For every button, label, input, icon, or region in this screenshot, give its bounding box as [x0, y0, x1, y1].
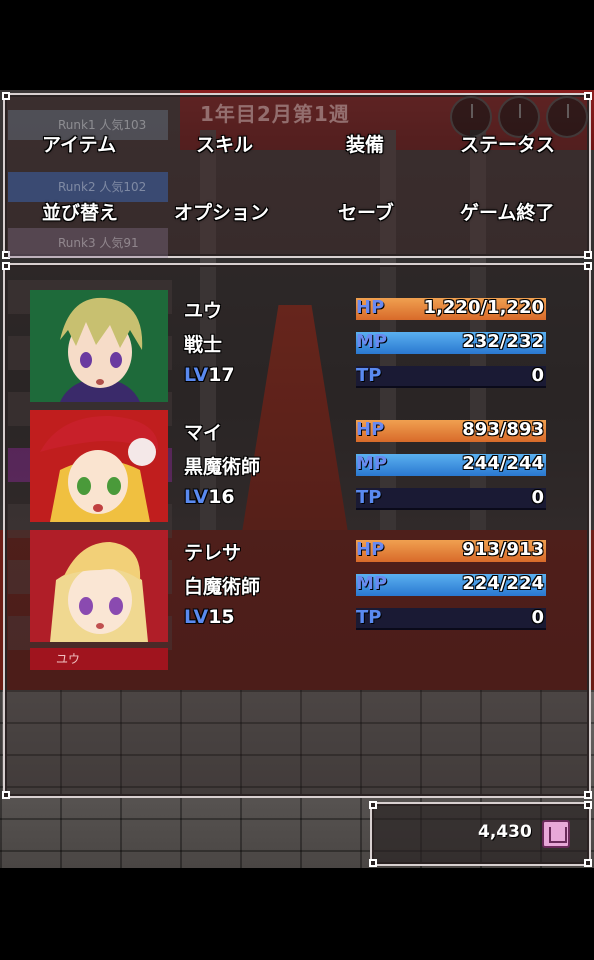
tp-gauge: TP 0	[356, 607, 546, 630]
shop-icon[interactable]	[542, 820, 570, 848]
character-level: LV16	[184, 486, 235, 508]
tp-gauge: TP 0	[356, 487, 546, 510]
tp-value: 0	[531, 365, 544, 386]
mp-value: 244/244	[462, 453, 544, 474]
week-title: 1年目2月第1週	[200, 102, 350, 126]
menu-item-status[interactable]: ステータス	[460, 130, 555, 157]
hp-gauge: HP 1,220/1,220	[356, 297, 546, 320]
menu-item-sort[interactable]: 並び替え	[42, 198, 118, 225]
character-name: ユウ	[184, 300, 223, 322]
mp-gauge: MP 244/244	[356, 453, 546, 476]
mp-value: 224/224	[462, 573, 544, 594]
character-level: LV17	[184, 364, 235, 386]
character-level: LV15	[184, 606, 235, 628]
selected-name-tag: ユウ	[30, 648, 168, 670]
gold-amount: 4,430	[478, 822, 532, 842]
mp-gauge: MP 224/224	[356, 573, 546, 596]
tp-value: 0	[531, 607, 544, 628]
menu-item-options[interactable]: オプション	[174, 198, 269, 225]
character-name: テレサ	[184, 542, 242, 564]
portrait-yuu[interactable]	[30, 290, 168, 402]
menu-item-skills[interactable]: スキル	[196, 130, 253, 157]
portrait-teresa[interactable]	[30, 530, 168, 642]
mp-value: 232/232	[462, 331, 544, 352]
portrait-mai[interactable]	[30, 410, 168, 522]
ranking-row: Runk3 人気91	[8, 228, 168, 258]
tp-value: 0	[531, 487, 544, 508]
character-job: 戦士	[184, 334, 223, 356]
hp-value: 913/913	[462, 539, 544, 560]
menu-item-equipment[interactable]: 装備	[346, 130, 384, 157]
hp-gauge: HP 893/893	[356, 419, 546, 442]
menu-item-quit-game[interactable]: ゲーム終了	[460, 198, 554, 225]
hp-gauge: HP 913/913	[356, 539, 546, 562]
menu-item-save[interactable]: セーブ	[338, 198, 394, 225]
character-job: 黒魔術師	[184, 456, 261, 478]
hp-value: 1,220/1,220	[423, 297, 544, 318]
character-name: マイ	[184, 422, 223, 444]
character-job: 白魔術師	[184, 576, 261, 598]
mp-gauge: MP 232/232	[356, 331, 546, 354]
tp-gauge: TP 0	[356, 365, 546, 388]
menu-item-items[interactable]: アイテム	[42, 130, 116, 157]
hp-value: 893/893	[462, 419, 544, 440]
